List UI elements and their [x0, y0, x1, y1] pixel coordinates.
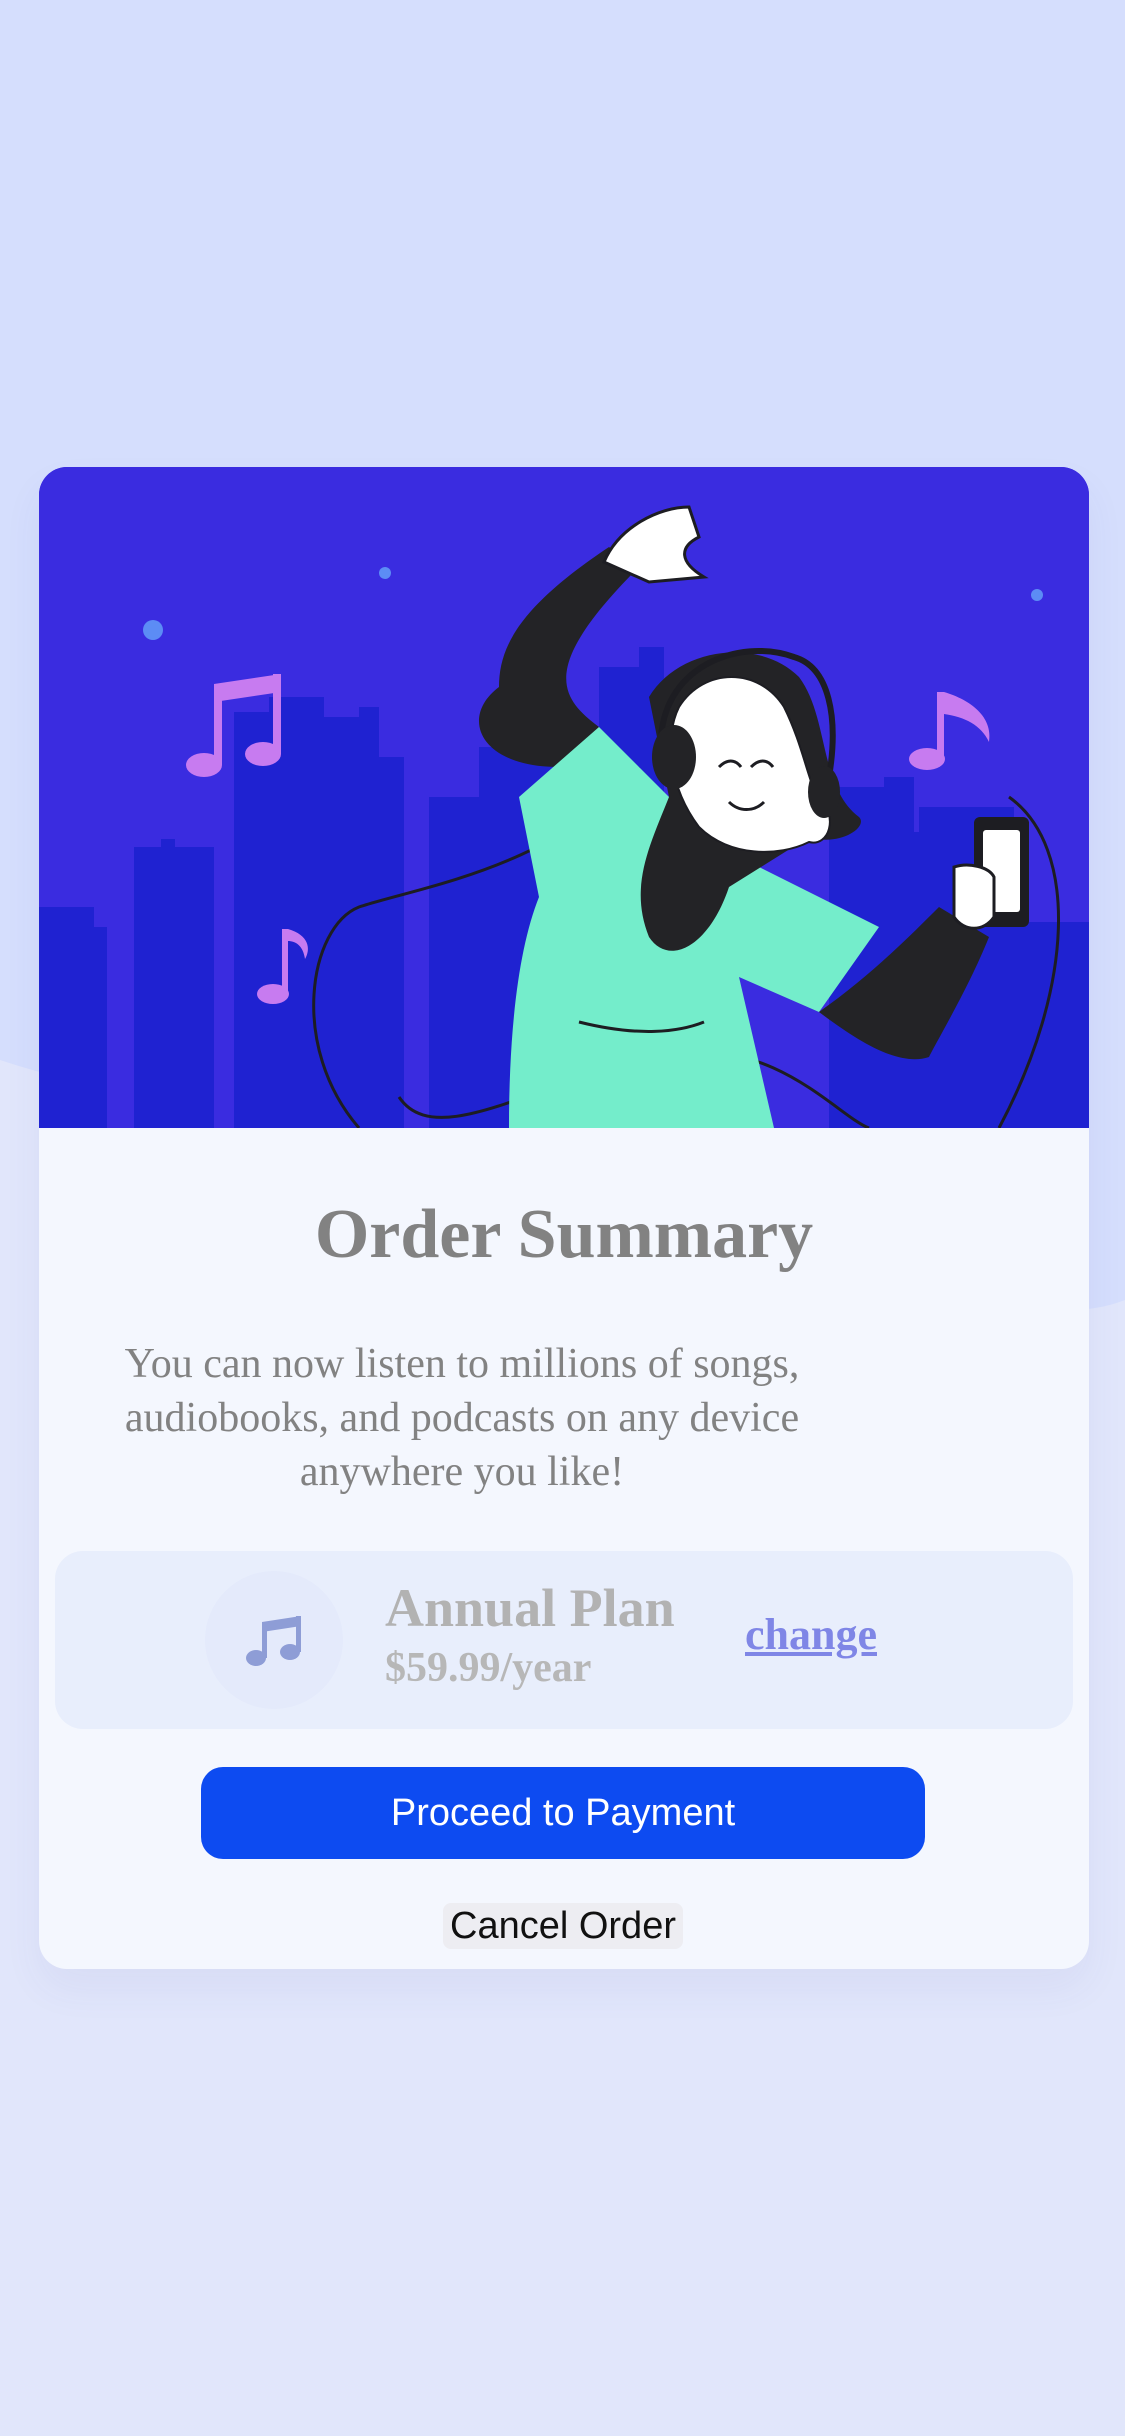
plan-icon-circle [205, 1571, 343, 1709]
cancel-order-button[interactable]: Cancel Order [443, 1903, 683, 1949]
order-summary-card: Order Summary You can now listen to mill… [39, 467, 1089, 1969]
change-plan-link[interactable]: change [745, 1613, 877, 1657]
plan-name: Annual Plan [385, 1578, 675, 1638]
music-note-icon [246, 1616, 301, 1666]
order-description: You can now listen to millions of songs,… [124, 1341, 800, 1495]
page-title: Order Summary [314, 1196, 814, 1273]
proceed-to-payment-button[interactable]: Proceed to Payment [201, 1767, 925, 1859]
plan-price: $59.99/year [385, 1645, 592, 1691]
plan-summary: Annual Plan $59.99/year change [55, 1551, 1073, 1729]
hero-illustration [39, 467, 1089, 1128]
